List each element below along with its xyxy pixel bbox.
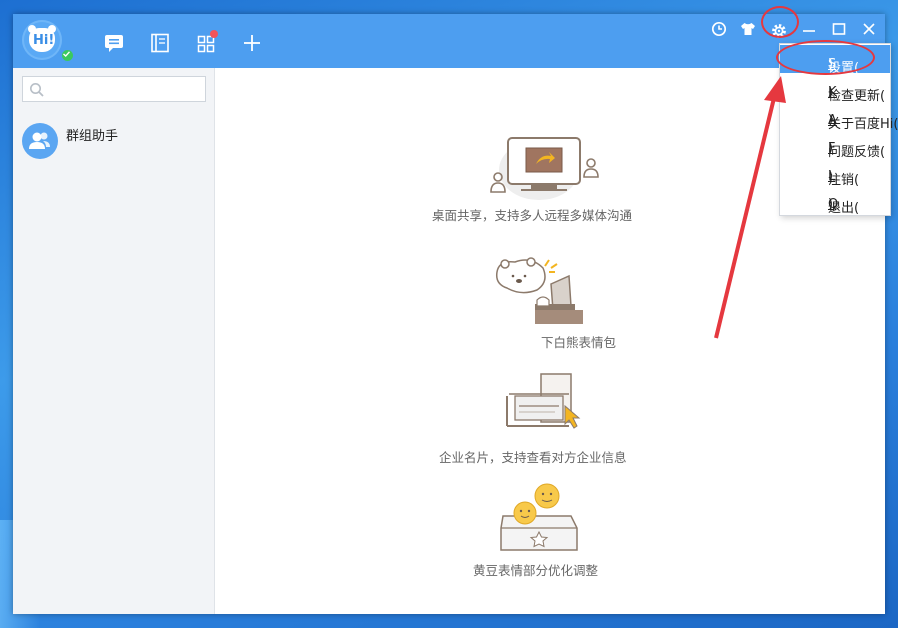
contacts-book-icon[interactable]: [149, 32, 171, 54]
chat-icon[interactable]: [103, 32, 125, 54]
label-tail: ): [828, 141, 834, 156]
feature-caption: 企业名片，支持查看对方企业信息: [439, 450, 627, 465]
online-status-icon: [60, 48, 75, 63]
menu-item-exit[interactable]: 退出(Q): [780, 185, 890, 216]
feature-caption: 下白熊表情包: [541, 335, 617, 350]
desktop-share-illustration: [490, 137, 599, 200]
menu-item-about[interactable]: 关于百度Hi(A): [780, 101, 898, 132]
feature-caption: 黄豆表情部分优化调整: [473, 563, 599, 578]
menu-item-feedback[interactable]: 问题反馈(F): [780, 129, 890, 160]
menu-item-check-update[interactable]: 检查更新(K): [780, 73, 890, 104]
avatar-text: Hi!: [33, 33, 55, 48]
sidebar: 群组助手: [13, 68, 215, 614]
feature-caption: 桌面共享，支持多人远程多媒体沟通: [432, 208, 633, 223]
feature-business-card: 企业名片，支持查看对方企业信息: [215, 368, 885, 468]
contact-item-group-assistant[interactable]: 群组助手: [13, 118, 213, 166]
label-tail: ): [828, 197, 834, 212]
baidu-hi-window: Hi! 群组助手 桌面共享，支持多人远程多媒体沟通 下白熊表情包 企业名片，支持…: [13, 14, 885, 614]
apps-notification-badge: [210, 30, 218, 38]
feature-emoji-update: 黄豆表情部分优化调整: [215, 476, 885, 578]
annotation-circle-settings: [776, 40, 875, 75]
title-bar: Hi!: [13, 14, 885, 68]
minimize-icon[interactable]: [800, 20, 818, 38]
bear-laptop-illustration: [495, 257, 583, 324]
search-icon: [30, 83, 44, 97]
skin-shirt-icon[interactable]: [739, 20, 757, 38]
business-card-illustration: [506, 373, 581, 429]
close-icon[interactable]: [860, 20, 878, 38]
search-input[interactable]: [49, 79, 203, 101]
group-assistant-avatar: [22, 123, 58, 159]
group-users-icon: [29, 132, 50, 149]
search-box[interactable]: [22, 76, 206, 102]
feature-bear-stickers: 下白熊表情包: [215, 254, 885, 354]
label-tail: ): [828, 113, 834, 128]
maximize-icon[interactable]: [830, 20, 848, 38]
avatar-face: Hi!: [29, 28, 55, 52]
label-tail: ): [828, 169, 834, 184]
emoji-box-illustration: [500, 483, 578, 551]
plus-icon[interactable]: [241, 32, 263, 54]
contact-name: 群组助手: [66, 129, 119, 144]
annotation-circle-gear: [761, 6, 799, 38]
user-avatar[interactable]: Hi!: [22, 20, 62, 60]
label-tail: ): [828, 85, 834, 100]
history-icon[interactable]: [710, 20, 728, 38]
menu-item-logout[interactable]: 注销(L): [780, 157, 890, 188]
